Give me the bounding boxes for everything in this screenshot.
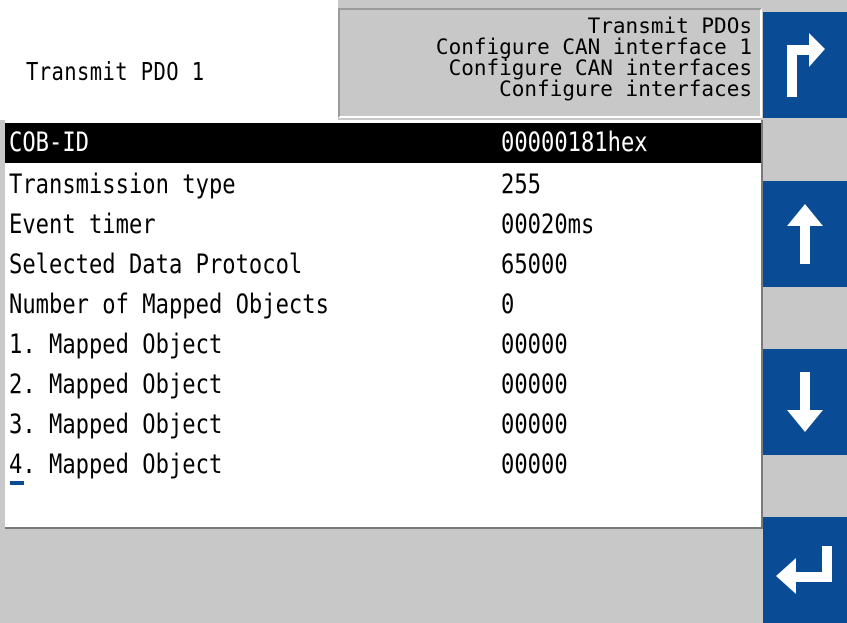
list-item-value: 00000: [501, 369, 568, 400]
list-item-label: Number of Mapped Objects: [9, 289, 329, 320]
list-item-label: 2. Mapped Object: [9, 369, 223, 400]
enter-button[interactable]: [763, 517, 847, 623]
list-item-value: 65000: [501, 249, 568, 280]
list-item-label: Transmission type: [9, 169, 236, 200]
device-screen: Transmit PDO 1 Transmit PDOs Configure C…: [0, 0, 847, 623]
breadcrumb-item: Configure CAN interfaces: [448, 56, 752, 80]
parameter-list: COB-ID 00000181hex Transmission type 255…: [5, 120, 763, 529]
return-arrow-up-right-icon: [787, 33, 825, 97]
list-item-value: 255: [501, 169, 542, 200]
list-item[interactable]: 1. Mapped Object 00000: [5, 325, 761, 365]
scroll-down-button[interactable]: [763, 349, 847, 455]
list-item-label: 4. Mapped Object: [9, 449, 223, 480]
list-item-label: COB-ID: [9, 127, 89, 158]
list-item[interactable]: 4. Mapped Object 00000: [5, 445, 761, 485]
list-item-value: 00000: [501, 409, 568, 440]
list-item-value: 00000: [501, 449, 568, 480]
list-item-value: 00020ms: [501, 209, 595, 240]
list-cursor-marker: [10, 481, 24, 485]
list-item[interactable]: COB-ID 00000181hex: [5, 123, 761, 163]
header-title-box: Transmit PDO 1: [0, 0, 338, 120]
scroll-up-button[interactable]: [763, 181, 847, 287]
list-item-value: 00000181hex: [501, 127, 648, 158]
list-item[interactable]: Transmission type 255: [5, 165, 761, 205]
list-item-value: 0: [501, 289, 515, 320]
back-button[interactable]: [763, 12, 847, 118]
breadcrumb-item: Configure CAN interface 1: [435, 35, 752, 59]
list-item[interactable]: 3. Mapped Object 00000: [5, 405, 761, 445]
list-item-label: Event timer: [9, 209, 156, 240]
breadcrumb: Transmit PDOs Configure CAN interface 1 …: [338, 8, 762, 118]
breadcrumb-item: Transmit PDOs: [587, 14, 752, 38]
bottom-status-bar: [0, 530, 763, 623]
navigation-button-column: [763, 0, 847, 623]
breadcrumb-item: Configure interfaces: [499, 77, 752, 101]
list-item[interactable]: Selected Data Protocol 65000: [5, 245, 761, 285]
list-item[interactable]: Event timer 00020ms: [5, 205, 761, 245]
enter-return-arrow-icon: [776, 546, 832, 594]
list-item[interactable]: 2. Mapped Object 00000: [5, 365, 761, 405]
page-title: Transmit PDO 1: [26, 56, 205, 86]
breadcrumb-list: Transmit PDOs Configure CAN interface 1 …: [436, 16, 752, 100]
list-item-label: Selected Data Protocol: [9, 249, 303, 280]
list-item-label: 1. Mapped Object: [9, 329, 223, 360]
list-item[interactable]: Number of Mapped Objects 0: [5, 285, 761, 325]
arrow-up-icon: [787, 204, 823, 264]
list-item-label: 3. Mapped Object: [9, 409, 223, 440]
arrow-down-icon: [787, 372, 823, 432]
list-item-value: 00000: [501, 329, 568, 360]
